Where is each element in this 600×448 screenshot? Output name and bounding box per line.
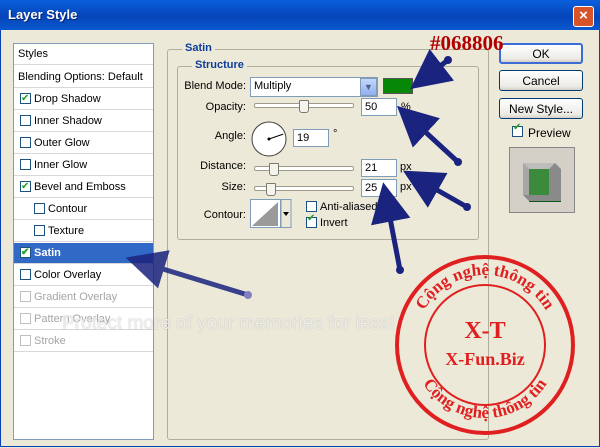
stamp-mid1: X-T xyxy=(464,318,505,344)
style-item-label: Inner Shadow xyxy=(34,115,102,127)
style-checkbox[interactable] xyxy=(34,203,45,214)
watermark-text: Protect more of your memories for less! xyxy=(62,313,395,334)
anti-aliased-checkbox[interactable] xyxy=(306,201,317,212)
style-checkbox[interactable] xyxy=(20,115,31,126)
style-checkbox[interactable] xyxy=(20,335,31,346)
new-style-button[interactable]: New Style... xyxy=(499,98,583,119)
opacity-input[interactable]: 50 xyxy=(361,98,397,116)
opacity-label: Opacity: xyxy=(205,101,246,113)
stamp-bottom-text: Cộng nghệ thông tin xyxy=(420,374,551,422)
style-checkbox[interactable] xyxy=(20,291,31,302)
stamp-top-text: Cộng nghệ thông tin xyxy=(411,260,559,313)
color-annotation: #068806 xyxy=(430,31,504,55)
satin-group-title: Satin xyxy=(182,42,215,54)
invert-label: Invert xyxy=(320,217,348,229)
distance-slider-thumb[interactable] xyxy=(269,163,279,176)
style-checkbox[interactable] xyxy=(20,313,31,324)
style-item-satin[interactable]: Satin xyxy=(14,243,153,264)
title-bar xyxy=(0,0,600,30)
close-button[interactable]: × xyxy=(573,6,594,27)
blend-mode-dropdown-icon[interactable]: ▼ xyxy=(360,78,377,96)
style-checkbox[interactable] xyxy=(20,89,31,109)
size-slider-thumb[interactable] xyxy=(266,183,276,196)
styles-list-header[interactable]: Styles xyxy=(14,44,153,65)
style-checkbox[interactable] xyxy=(34,225,45,236)
style-item-texture[interactable]: Texture xyxy=(14,221,153,242)
style-item-label: Inner Glow xyxy=(34,159,88,171)
blend-mode-value: Multiply xyxy=(254,80,292,92)
size-input[interactable]: 25 xyxy=(361,179,397,197)
style-item-outer-glow[interactable]: Outer Glow xyxy=(14,133,153,154)
style-item-inner-glow[interactable]: Inner Glow xyxy=(14,155,153,176)
styles-list: Styles Blending Options: Default Drop Shad… xyxy=(13,43,154,440)
style-item-label: Satin xyxy=(34,247,61,259)
blend-mode-label: Blend Mode: xyxy=(184,80,246,92)
preview-label: Preview xyxy=(528,126,571,140)
style-item-drop-shadow[interactable]: Drop Shadow xyxy=(14,89,153,110)
size-unit: px xyxy=(400,181,412,193)
stamp: Cộng nghệ thông tin Cộng nghệ thông tin … xyxy=(395,255,575,435)
style-item-label: Drop Shadow xyxy=(34,93,101,105)
distance-unit: px xyxy=(400,161,412,173)
style-item-blending-options-default[interactable]: Blending Options: Default xyxy=(14,67,153,88)
dialog-title: Layer Style xyxy=(8,7,78,22)
angle-unit: ° xyxy=(333,128,338,140)
style-item-contour[interactable]: Contour xyxy=(14,199,153,220)
structure-group-title: Structure xyxy=(192,59,247,71)
style-item-label: Gradient Overlay xyxy=(34,291,118,303)
style-preview-thumbnail xyxy=(509,147,575,213)
angle-dial[interactable] xyxy=(250,120,288,158)
style-item-label: Styles xyxy=(18,48,48,60)
style-item-bevel-and-emboss[interactable]: Bevel and Emboss xyxy=(14,177,153,198)
style-checkbox[interactable] xyxy=(20,243,31,263)
style-checkbox[interactable] xyxy=(20,269,31,280)
angle-input[interactable]: 19 xyxy=(293,129,329,147)
blend-color-swatch[interactable] xyxy=(383,78,413,94)
invert-checkbox[interactable] xyxy=(306,213,317,228)
ok-button[interactable]: OK xyxy=(499,43,583,64)
distance-label: Distance: xyxy=(200,160,246,172)
style-item-label: Bevel and Emboss xyxy=(34,181,126,193)
blend-mode-select[interactable]: Multiply xyxy=(250,77,378,97)
stamp-mid2: X-Fun.Biz xyxy=(445,349,525,369)
style-item-gradient-overlay[interactable]: Gradient Overlay xyxy=(14,287,153,308)
style-checkbox[interactable] xyxy=(20,159,31,170)
angle-label: Angle: xyxy=(214,130,246,142)
opacity-unit: % xyxy=(401,101,411,113)
style-item-color-overlay[interactable]: Color Overlay xyxy=(14,265,153,286)
style-checkbox[interactable] xyxy=(20,177,31,197)
contour-picker[interactable] xyxy=(250,199,292,229)
style-item-inner-shadow[interactable]: Inner Shadow xyxy=(14,111,153,132)
style-checkbox[interactable] xyxy=(20,137,31,148)
anti-aliased-label: Anti-aliased xyxy=(320,201,378,213)
style-item-label: Contour xyxy=(48,203,88,215)
opacity-slider-thumb[interactable] xyxy=(299,100,309,113)
style-item-label: Color Overlay xyxy=(34,269,102,281)
close-icon: × xyxy=(579,7,588,24)
contour-label: Contour: xyxy=(203,209,246,221)
style-item-label: Texture xyxy=(48,225,85,237)
style-item-label: Outer Glow xyxy=(34,137,90,149)
preview-checkbox[interactable] xyxy=(512,122,523,137)
size-label: Size: xyxy=(221,181,246,193)
cancel-button[interactable]: Cancel xyxy=(499,70,583,91)
distance-input[interactable]: 21 xyxy=(361,159,397,177)
style-item-label: Blending Options: Default xyxy=(18,71,143,83)
